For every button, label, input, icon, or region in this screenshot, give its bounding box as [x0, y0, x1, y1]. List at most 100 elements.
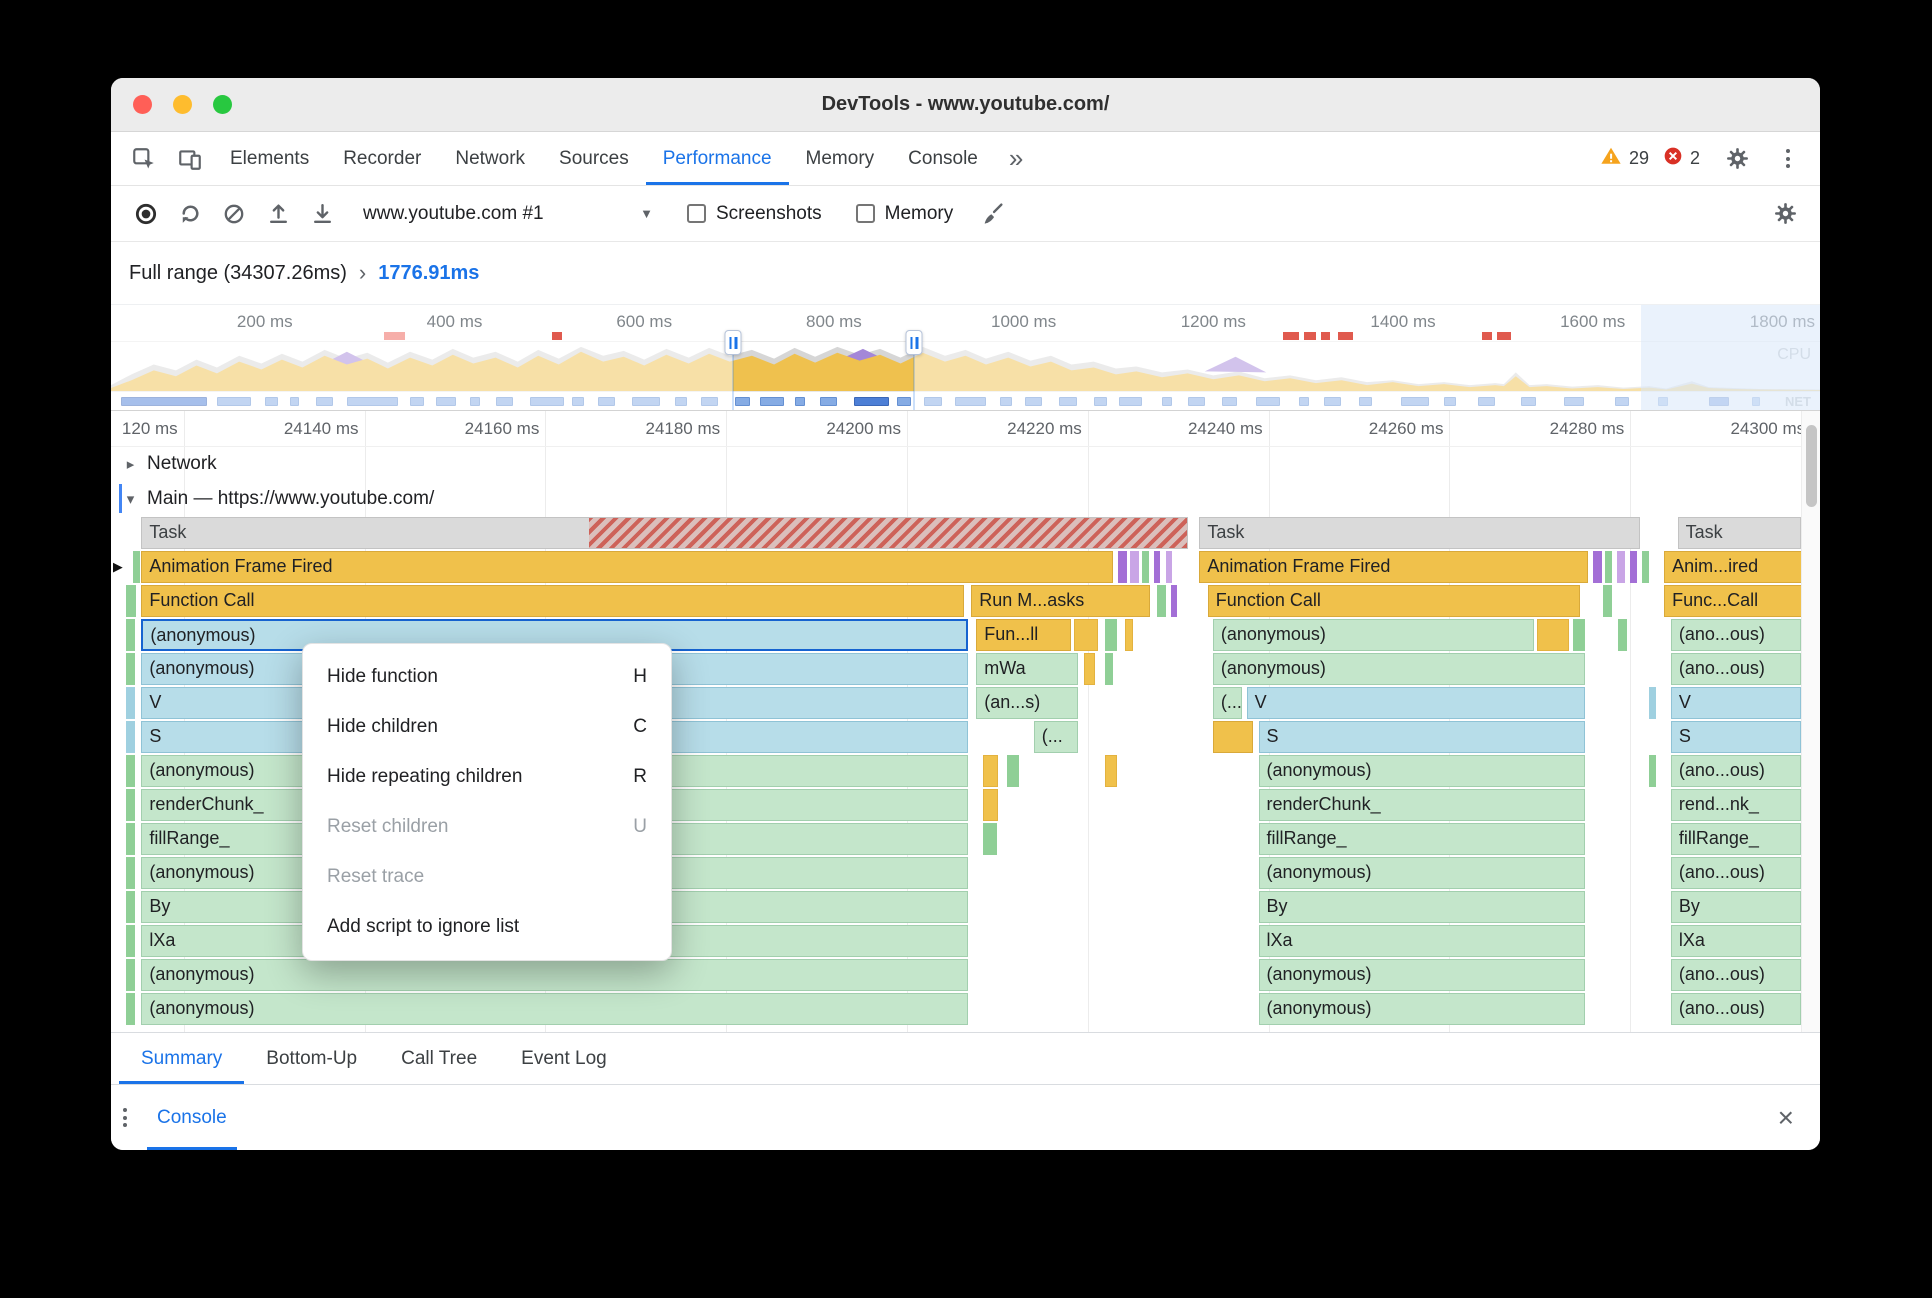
warnings-cluster[interactable]: 29: [1600, 145, 1649, 172]
flame-sliver[interactable]: [1104, 619, 1117, 651]
flame-sliver[interactable]: [1104, 755, 1117, 787]
flame-bar[interactable]: (anonymous): [1212, 653, 1585, 685]
flame-sliver[interactable]: [1630, 551, 1638, 583]
tab-sources[interactable]: Sources: [542, 132, 646, 185]
full-range-label[interactable]: Full range (34307.26ms): [129, 262, 347, 285]
flame-sliver[interactable]: [1153, 551, 1161, 583]
overview[interactable]: 200 ms 400 ms 600 ms 800 ms 1000 ms 1200 ms 14…: [111, 304, 1820, 411]
flame-bar[interactable]: Task: [141, 517, 1188, 549]
flame-bar[interactable]: rend...nk_: [1670, 789, 1801, 821]
load-profile-icon[interactable]: [259, 195, 297, 233]
device-toolbar-icon[interactable]: [167, 132, 213, 185]
tab-event-log[interactable]: Event Log: [499, 1033, 629, 1084]
flame-sliver[interactable]: [1593, 551, 1602, 583]
flame-sliver[interactable]: [1084, 653, 1095, 685]
flame-sliver[interactable]: [1006, 755, 1019, 787]
flame-bar[interactable]: S: [1258, 721, 1585, 753]
flame-sliver[interactable]: [1616, 551, 1626, 583]
flame-bar[interactable]: Task: [1677, 517, 1801, 549]
flame-sliver[interactable]: [1165, 551, 1173, 583]
kebab-menu-icon[interactable]: [1774, 132, 1802, 185]
flame-sliver[interactable]: [126, 687, 135, 719]
flame-sliver[interactable]: [1603, 585, 1612, 617]
flame-bar[interactable]: lXa: [1670, 925, 1801, 957]
flame-sliver[interactable]: [1170, 585, 1178, 617]
drawer-tab-console[interactable]: Console: [147, 1085, 237, 1150]
flame-sliver[interactable]: [126, 993, 135, 1025]
save-profile-icon[interactable]: [303, 195, 341, 233]
flame-bar[interactable]: (ano...ous): [1670, 755, 1801, 787]
flame-bar[interactable]: (ano...ous): [1670, 993, 1801, 1025]
flame-bar[interactable]: (ano...ous): [1670, 959, 1801, 991]
flame-sliver[interactable]: [126, 823, 135, 855]
flame-bar[interactable]: ▶: [113, 551, 133, 583]
scrollbar-thumb[interactable]: [1806, 425, 1817, 507]
flame-bar[interactable]: Func...Call: [1664, 585, 1803, 617]
flame-bar[interactable]: By: [1258, 891, 1585, 923]
flame-bar[interactable]: Function Call: [1207, 585, 1580, 617]
flame-bar[interactable]: Animation Frame Fired: [1199, 551, 1589, 583]
flame-bar[interactable]: (ano...ous): [1670, 857, 1801, 889]
flame-sliver[interactable]: [1537, 619, 1570, 651]
flame-sliver[interactable]: [1074, 619, 1098, 651]
flame-sliver[interactable]: [1212, 721, 1254, 753]
flame-bar[interactable]: Anim...ired: [1664, 551, 1803, 583]
flame-bar[interactable]: S: [1670, 721, 1801, 753]
flame-sliver[interactable]: [126, 653, 135, 685]
flame-sliver[interactable]: [983, 755, 999, 787]
flame-sliver[interactable]: [1648, 755, 1656, 787]
flame-sliver[interactable]: [126, 619, 135, 651]
menu-item-add-script-to-ignore-list[interactable]: Add script to ignore list: [303, 902, 671, 952]
collect-garbage-icon[interactable]: [973, 195, 1011, 233]
flame-bar[interactable]: (anonymous): [141, 959, 968, 991]
menu-item-hide-children[interactable]: Hide children C: [303, 702, 671, 752]
flame-sliver[interactable]: [1572, 619, 1585, 651]
zoom-window-button[interactable]: [213, 95, 232, 114]
selection-right-handle[interactable]: [905, 330, 923, 355]
flame-sliver[interactable]: [126, 959, 135, 991]
expanded-triangle-icon[interactable]: ▾: [123, 490, 138, 508]
flame-bar[interactable]: Task: [1199, 517, 1641, 549]
flame-bar[interactable]: (...: [1033, 721, 1078, 753]
menu-item-reset-children[interactable]: Reset children U: [303, 802, 671, 852]
reload-and-record-icon[interactable]: [171, 195, 209, 233]
profile-select[interactable]: www.youtube.com #1 ▼: [363, 203, 653, 225]
flame-bar[interactable]: (ano...ous): [1670, 619, 1801, 651]
tab-call-tree[interactable]: Call Tree: [379, 1033, 499, 1084]
flame-bar[interactable]: (anonymous): [141, 993, 968, 1025]
minimize-window-button[interactable]: [173, 95, 192, 114]
flame-bar[interactable]: (...: [1212, 687, 1242, 719]
flame-sliver[interactable]: [1118, 551, 1127, 583]
clear-icon[interactable]: [215, 195, 253, 233]
flame-sliver[interactable]: [1125, 619, 1134, 651]
flame-bar[interactable]: Animation Frame Fired: [141, 551, 1114, 583]
flame-sliver[interactable]: [126, 585, 137, 617]
tab-performance[interactable]: Performance: [646, 132, 789, 185]
flame-bar[interactable]: By: [1670, 891, 1801, 923]
flame-sliver[interactable]: [126, 925, 135, 957]
flame-bar[interactable]: Run M...asks: [971, 585, 1151, 617]
flame-sliver[interactable]: [983, 823, 997, 855]
flame-bar[interactable]: Fun...ll: [976, 619, 1071, 651]
flame-bar[interactable]: fillRange_: [1258, 823, 1585, 855]
menu-item-hide-function[interactable]: Hide function H: [303, 652, 671, 702]
more-tabs-button[interactable]: »: [995, 132, 1037, 185]
flame-bar[interactable]: (anonymous): [1258, 755, 1585, 787]
flame-bar[interactable]: (anonymous): [1258, 959, 1585, 991]
screenshots-checkbox[interactable]: [687, 204, 706, 223]
screenshots-checkbox-group[interactable]: Screenshots: [687, 203, 822, 225]
flame-bar[interactable]: V: [1670, 687, 1801, 719]
flame-bar[interactable]: (an...s): [976, 687, 1078, 719]
flame-bar[interactable]: (anonymous): [1258, 993, 1585, 1025]
capture-settings-gear-icon[interactable]: [1766, 195, 1804, 233]
track-main[interactable]: ▾ Main — https://www.youtube.com/: [111, 481, 1820, 516]
tab-memory[interactable]: Memory: [789, 132, 892, 185]
flame-bar[interactable]: Function Call: [141, 585, 965, 617]
flame-bar[interactable]: mWa: [976, 653, 1078, 685]
flame-bar[interactable]: (anonymous): [1258, 857, 1585, 889]
tab-bottom-up[interactable]: Bottom-Up: [244, 1033, 379, 1084]
collapsed-triangle-icon[interactable]: ▸: [123, 455, 138, 473]
flame-bar[interactable]: (ano...ous): [1670, 653, 1801, 685]
flame-bar[interactable]: V: [1246, 687, 1585, 719]
record-button[interactable]: [127, 195, 165, 233]
